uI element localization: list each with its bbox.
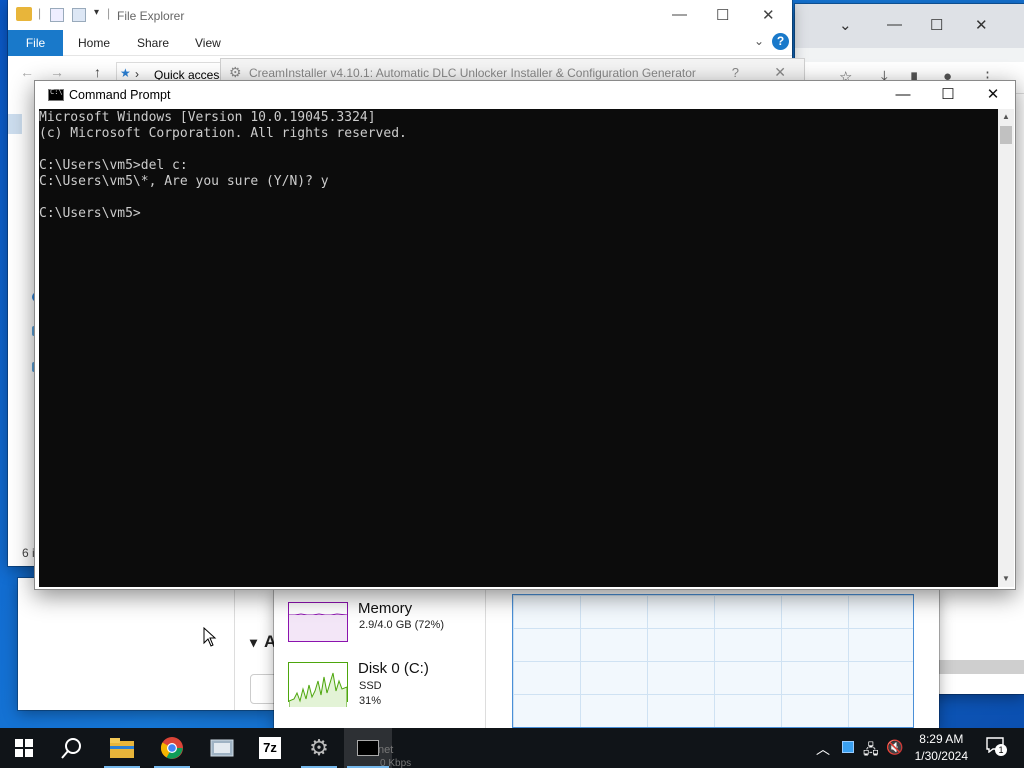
- close-icon[interactable]: ✕: [762, 6, 775, 24]
- sidebar-selected-item[interactable]: [8, 114, 22, 134]
- maximize-icon[interactable]: ☐: [716, 6, 729, 24]
- window-title: Command Prompt: [69, 88, 171, 102]
- console-line: C:\Users\vm5>del c:: [39, 158, 188, 173]
- tab-view[interactable]: View: [195, 36, 221, 50]
- browser-tab-strip[interactable]: [795, 4, 1024, 48]
- memory-sparkline: [288, 602, 348, 642]
- command-prompt-window[interactable]: Command Prompt — ☐ ✕ Microsoft Windows […: [34, 80, 1016, 590]
- background-window: ▾ A: [18, 578, 274, 710]
- divider: |: [38, 6, 42, 20]
- tab-share[interactable]: Share: [137, 36, 169, 50]
- notification-center-button[interactable]: 1: [986, 737, 1007, 756]
- disk-sparkline: [288, 662, 348, 707]
- performance-graph: [512, 594, 914, 728]
- minimize-icon[interactable]: —: [887, 16, 902, 33]
- folder-icon: [16, 7, 32, 21]
- close-icon[interactable]: ✕: [975, 16, 988, 34]
- tray-app-icon[interactable]: [842, 741, 854, 753]
- clock-date: 1/30/2024: [914, 749, 968, 763]
- console-line: Microsoft Windows [Version 10.0.19045.33…: [39, 110, 376, 125]
- taskbar-app[interactable]: [198, 728, 246, 768]
- close-icon[interactable]: ✕: [774, 64, 786, 81]
- minimize-icon[interactable]: —: [881, 85, 925, 107]
- item-tile[interactable]: [250, 674, 274, 704]
- taskmgr-partial-text: net: [378, 744, 394, 756]
- chrome-icon: [160, 737, 183, 759]
- settings-icon: ⚙: [309, 735, 329, 760]
- scroll-down-icon[interactable]: ▼: [998, 571, 1014, 587]
- console-line: (c) Microsoft Corporation. All rights re…: [39, 126, 407, 141]
- back-icon[interactable]: ←: [20, 64, 34, 80]
- window-title: CreamInstaller v4.10.1: Automatic DLC Un…: [249, 66, 696, 80]
- search-icon: [61, 738, 81, 759]
- task-manager-window[interactable]: Memory 2.9/4.0 GB (72%) Disk 0 (C:) SSD …: [274, 588, 939, 728]
- cmd-icon: [357, 740, 379, 756]
- new-folder-icon[interactable]: [72, 8, 86, 22]
- scrollbar-thumb[interactable]: [1000, 126, 1012, 144]
- app-icon: [210, 739, 234, 757]
- vertical-scrollbar[interactable]: ▲ ▼: [998, 109, 1014, 587]
- memory-title: Memory: [358, 600, 413, 617]
- tab-home[interactable]: Home: [78, 36, 110, 50]
- disk-type: SSD: [359, 680, 382, 692]
- console-line: C:\Users\vm5\*, Are you sure (Y/N)? y: [39, 174, 329, 189]
- explorer-titlebar[interactable]: | ▾ | File Explorer — ☐ ✕: [8, 0, 792, 30]
- up-icon[interactable]: ↑: [94, 64, 101, 80]
- search-button[interactable]: [48, 728, 96, 768]
- perf-item-memory[interactable]: Memory 2.9/4.0 GB (72%): [274, 588, 486, 650]
- scroll-up-icon[interactable]: ▲: [998, 109, 1014, 125]
- memory-value: 2.9/4.0 GB (72%): [359, 619, 444, 631]
- close-icon[interactable]: ✕: [971, 85, 1015, 107]
- console-output[interactable]: Microsoft Windows [Version 10.0.19045.33…: [39, 109, 1000, 587]
- help-button[interactable]: ?: [732, 65, 739, 80]
- customize-toolbar-icon[interactable]: ▾: [94, 7, 99, 18]
- performance-list: Memory 2.9/4.0 GB (72%) Disk 0 (C:) SSD …: [274, 588, 486, 728]
- chevron-down-icon[interactable]: ⌄: [839, 16, 852, 34]
- help-icon[interactable]: ?: [772, 33, 789, 50]
- tab-file[interactable]: File: [8, 30, 63, 56]
- clock[interactable]: 8:29 AM 1/30/2024: [915, 731, 968, 765]
- mouse-cursor-icon: [203, 627, 217, 647]
- disk-value: 31%: [359, 695, 382, 707]
- window-title: File Explorer: [117, 9, 185, 23]
- divider: |: [107, 6, 111, 20]
- taskbar-creaminstaller[interactable]: ⚙: [295, 728, 343, 768]
- start-button[interactable]: [0, 728, 48, 768]
- notification-count-badge: 1: [995, 744, 1007, 756]
- ribbon-tabs: File Home Share View ⌄ ?: [8, 30, 792, 56]
- file-explorer-icon: [110, 738, 134, 758]
- perf-item-disk[interactable]: Disk 0 (C:) SSD 31%: [274, 650, 486, 712]
- star-icon: ★: [120, 66, 131, 80]
- network-icon[interactable]: 🖧: [863, 739, 879, 763]
- section-heading: A: [264, 632, 274, 651]
- collapse-arrow-icon[interactable]: ▾: [250, 634, 257, 651]
- taskbar-file-explorer[interactable]: [98, 728, 146, 768]
- maximize-icon[interactable]: ☐: [926, 85, 970, 107]
- chevron-down-icon[interactable]: ⌄: [754, 34, 764, 48]
- clock-time: 8:29 AM: [919, 732, 964, 746]
- perf-item-ethernet[interactable]: rnet: [274, 712, 486, 728]
- taskbar-chrome[interactable]: [148, 728, 196, 768]
- properties-icon[interactable]: [50, 8, 64, 22]
- volume-muted-icon[interactable]: 🔇: [886, 739, 903, 756]
- maximize-icon[interactable]: ☐: [930, 16, 943, 34]
- show-hidden-icons-icon[interactable]: ︿: [816, 739, 830, 759]
- gear-icon: ⚙: [229, 64, 242, 80]
- console-prompt[interactable]: C:\Users\vm5>: [39, 206, 1000, 222]
- breadcrumb-chevron-icon: ›: [135, 67, 139, 81]
- windows-icon: [15, 739, 33, 757]
- disk-title: Disk 0 (C:): [358, 660, 429, 677]
- taskbar: 7z ⚙ net 0 Kbps ︿ 🖧 🔇 8:29 AM 1/30/2024 …: [0, 728, 1024, 768]
- forward-icon[interactable]: →: [50, 64, 64, 80]
- taskbar-7zip[interactable]: 7z: [246, 728, 294, 768]
- cmd-titlebar[interactable]: Command Prompt — ☐ ✕: [35, 81, 1015, 109]
- taskmgr-partial-text: 0 Kbps: [380, 758, 412, 768]
- 7zip-icon: 7z: [259, 737, 281, 759]
- minimize-icon[interactable]: —: [672, 6, 687, 23]
- cmd-icon: [48, 88, 64, 101]
